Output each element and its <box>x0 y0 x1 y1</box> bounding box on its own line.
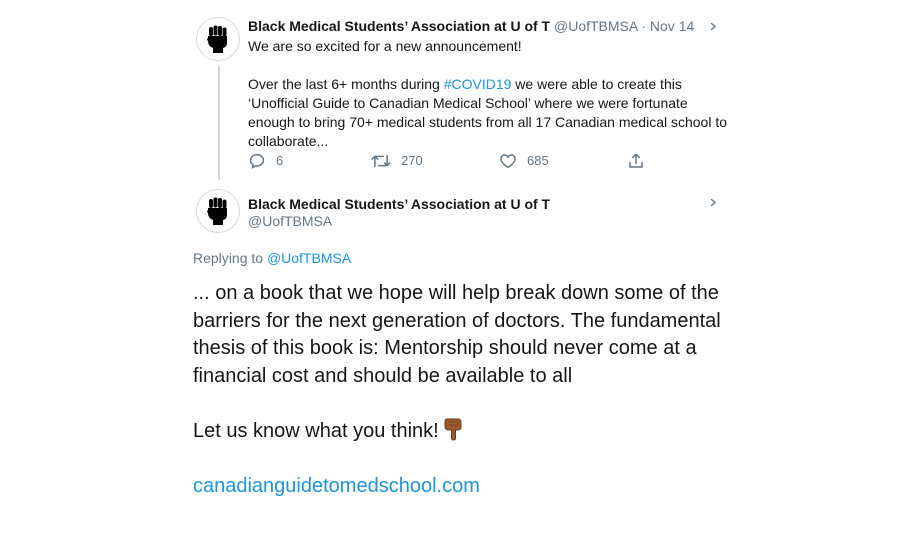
cta-text: Let us know what you think! <box>193 420 439 442</box>
raised-fist-icon <box>207 197 227 225</box>
replying-to-handle[interactable]: @UofTBMSA <box>267 250 351 266</box>
thread-line <box>218 66 220 180</box>
hashtag-link[interactable]: #COVID19 <box>444 76 512 92</box>
retweet-icon <box>371 154 391 168</box>
chevron-down-icon[interactable] <box>709 21 719 31</box>
tweet-text: ... on a book that we hope will help bre… <box>193 280 733 500</box>
like-button[interactable]: 685 <box>499 152 549 170</box>
share-button[interactable] <box>627 152 645 170</box>
replying-to: Replying to @UofTBMSA <box>193 249 351 267</box>
tweet-cta: Let us know what you think! <box>193 417 733 446</box>
reply-button[interactable]: 6 <box>248 152 283 170</box>
tweet-body: ... on a book that we hope will help bre… <box>193 282 721 387</box>
pointing-down-emoji <box>444 418 462 441</box>
author-handle[interactable]: @UofTBMSA <box>248 212 332 230</box>
author-handle[interactable]: @UofTBMSA <box>554 18 637 34</box>
author-name[interactable]: Black Medical Students’ Association at U… <box>248 18 550 34</box>
tweet-header: Black Medical Students’ Association at U… <box>248 17 694 35</box>
tweet-actions: 6 270 685 <box>248 152 668 172</box>
website-link[interactable]: canadianguidetomedschool.com <box>193 473 733 501</box>
tweet-text-part: Over the last 6+ months during <box>248 76 444 92</box>
tweet-line-1: We are so excited for a new announcement… <box>248 38 522 54</box>
like-count: 685 <box>527 153 549 168</box>
retweet-count: 270 <box>401 153 423 168</box>
avatar[interactable] <box>196 189 240 233</box>
heart-icon <box>500 154 516 169</box>
chevron-down-icon[interactable] <box>709 197 719 207</box>
author-name[interactable]: Black Medical Students’ Association at U… <box>248 195 550 213</box>
avatar[interactable] <box>196 17 240 61</box>
tweet-text: We are so excited for a new announcement… <box>248 37 728 151</box>
retweet-button[interactable]: 270 <box>371 152 423 170</box>
separator-dot: · <box>641 18 647 34</box>
reply-count: 6 <box>276 153 284 168</box>
tweet-paragraph-2: Over the last 6+ months during #COVID19 … <box>248 75 728 151</box>
share-icon <box>629 153 643 168</box>
raised-fist-icon <box>207 25 227 53</box>
replying-to-label: Replying to <box>193 250 267 266</box>
tweet-date[interactable]: Nov 14 <box>650 18 694 34</box>
reply-icon <box>249 153 265 169</box>
